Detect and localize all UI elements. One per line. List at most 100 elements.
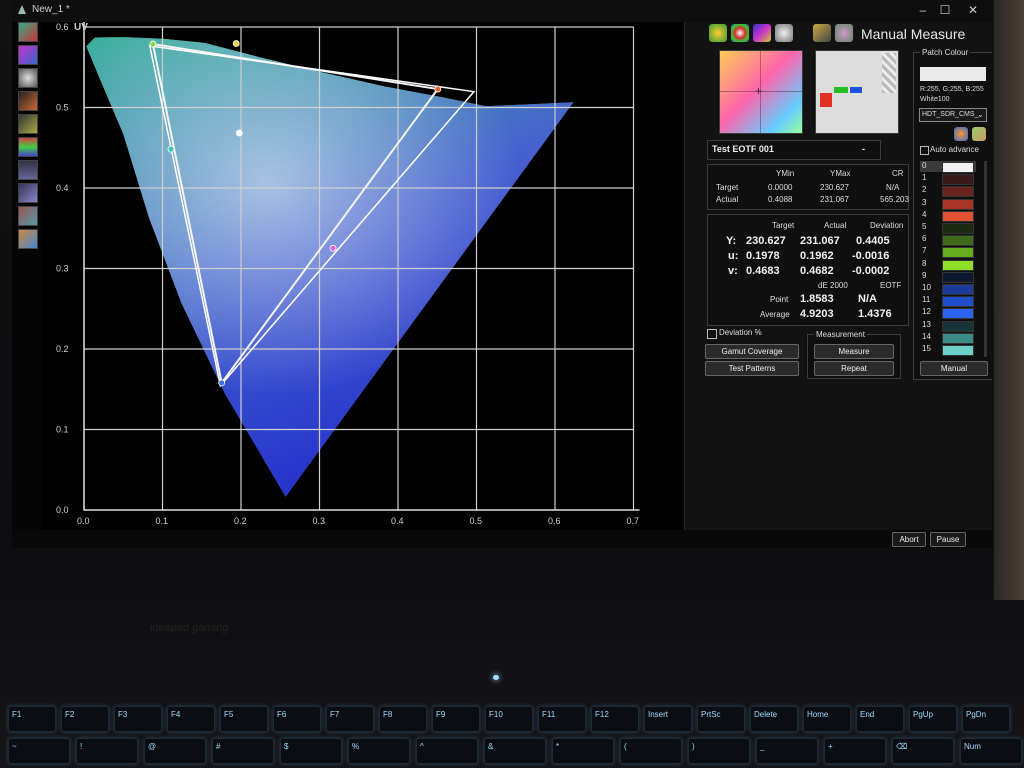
sphere-tool-icon[interactable]	[18, 68, 38, 88]
patch-number: 13	[922, 319, 931, 329]
key[interactable]: F4	[167, 706, 215, 732]
repeat-button[interactable]: Repeat	[814, 361, 894, 376]
eotf-tool-icon[interactable]	[18, 183, 38, 203]
patch-swatch	[942, 308, 974, 320]
key[interactable]: )	[688, 738, 750, 764]
gamut-icon[interactable]	[835, 24, 853, 42]
patch-row[interactable]: 11	[920, 295, 976, 308]
key[interactable]: Delete	[750, 706, 798, 732]
key[interactable]: PgDn	[962, 706, 1010, 732]
color-wheel-icon[interactable]	[954, 127, 968, 141]
luminance-tool-icon[interactable]	[18, 160, 38, 180]
patch-row[interactable]: 10	[920, 283, 976, 295]
key[interactable]: +	[824, 738, 886, 764]
gamma-tool-icon[interactable]	[18, 91, 38, 111]
minimize-button[interactable]: –	[912, 2, 934, 18]
key[interactable]: End	[856, 706, 904, 732]
x-tick-label: 0.5	[470, 516, 483, 526]
key[interactable]: (	[620, 738, 682, 764]
patch-row[interactable]: 0	[920, 161, 976, 173]
patch-row[interactable]: 13	[920, 319, 976, 332]
palette-icon[interactable]	[972, 127, 986, 141]
patch-row[interactable]: 7	[920, 246, 976, 259]
key[interactable]: F1	[8, 706, 56, 732]
test-patterns-button[interactable]: Test Patterns	[705, 361, 799, 376]
x-tick-label: 0.7	[627, 516, 640, 526]
patch-list-scrollbar[interactable]	[984, 161, 987, 357]
profile-select[interactable]: HDT_SDR_CMS_ ⌄	[919, 108, 987, 122]
histogram-tool-icon[interactable]	[18, 206, 38, 226]
key[interactable]: F12	[591, 706, 639, 732]
y-tick-label: 0.5	[56, 103, 69, 113]
key-label: ^	[420, 742, 424, 751]
patch-row[interactable]: 14	[920, 332, 976, 344]
maximize-button[interactable]: ☐	[934, 2, 956, 18]
key[interactable]: ~	[8, 738, 70, 764]
key[interactable]: F2	[61, 706, 109, 732]
key[interactable]: F6	[273, 706, 321, 732]
brand-logo: ideapad gaming	[150, 622, 229, 634]
key[interactable]: ⌫	[892, 738, 954, 764]
patch-row[interactable]: 5	[920, 222, 976, 234]
chromaticity-icon[interactable]	[709, 24, 727, 42]
manual-button[interactable]: Manual	[920, 361, 988, 376]
key[interactable]: %	[348, 738, 410, 764]
chromaticity-tool-icon[interactable]	[18, 22, 38, 42]
abort-button[interactable]: Abort	[892, 532, 926, 547]
key-label: F1	[12, 710, 22, 719]
pause-button[interactable]: Pause	[930, 532, 966, 547]
key[interactable]: F10	[485, 706, 533, 732]
deviation-percent-checkbox[interactable]	[707, 329, 717, 339]
keyboard: F1 F2 F3 F4 F5 F6 F7 F8 F9 F10 F11 F12 Insert PrtSc De…	[0, 690, 1024, 768]
patch-row[interactable]: 12	[920, 307, 976, 320]
key[interactable]: F8	[379, 706, 427, 732]
color-tool-icon[interactable]	[18, 45, 38, 65]
close-button[interactable]: ✕	[962, 2, 984, 18]
key[interactable]: ^	[416, 738, 478, 764]
patch-row[interactable]: 4	[920, 210, 976, 222]
swap-icon[interactable]	[813, 24, 831, 42]
key[interactable]: PrtSc	[697, 706, 745, 732]
key[interactable]: F5	[220, 706, 268, 732]
patch-row[interactable]: 1	[920, 173, 976, 186]
key[interactable]: #	[212, 738, 274, 764]
patch-row[interactable]: 8	[920, 259, 976, 271]
key[interactable]: F7	[326, 706, 374, 732]
gamut-coverage-button[interactable]: Gamut Coverage	[705, 344, 799, 359]
key[interactable]: PgUp	[909, 706, 957, 732]
key[interactable]: F9	[432, 706, 480, 732]
key[interactable]: Home	[803, 706, 851, 732]
key[interactable]: *	[552, 738, 614, 764]
key[interactable]: Insert	[644, 706, 692, 732]
key[interactable]: @	[144, 738, 206, 764]
average-eotf: 1.4376	[858, 308, 892, 320]
patch-row[interactable]: 2	[920, 185, 976, 198]
key[interactable]: !	[76, 738, 138, 764]
key[interactable]: Num	[960, 738, 1022, 764]
key[interactable]: $	[280, 738, 342, 764]
rgb-wheel-icon[interactable]	[731, 24, 749, 42]
patch-row[interactable]: 9	[920, 271, 976, 283]
patch-row[interactable]: 15	[920, 344, 976, 356]
curve-tool-icon[interactable]	[18, 114, 38, 134]
measured-point	[235, 129, 243, 137]
sphere-icon[interactable]	[775, 24, 793, 42]
auto-advance-checkbox[interactable]	[920, 146, 929, 155]
report-tool-icon[interactable]	[18, 229, 38, 249]
key[interactable]: F11	[538, 706, 586, 732]
measure-button[interactable]: Measure	[814, 344, 894, 359]
key[interactable]: _	[756, 738, 818, 764]
hue-picker[interactable]: +	[719, 50, 803, 134]
test-name-field[interactable]: Test EOTF 001 -	[707, 140, 881, 160]
spectrum-icon[interactable]	[753, 24, 771, 42]
key[interactable]: F3	[114, 706, 162, 732]
key-label: F11	[542, 710, 556, 719]
patch-swatch	[942, 235, 974, 247]
average-label: Average	[760, 310, 790, 319]
patch-row[interactable]: 6	[920, 234, 976, 247]
key-label: Num	[964, 742, 981, 751]
patch-row[interactable]: 3	[920, 198, 976, 210]
rgb-balance-icon[interactable]	[18, 137, 38, 157]
title-bar: New_1 * – ☐ ✕	[12, 0, 992, 22]
key[interactable]: &	[484, 738, 546, 764]
